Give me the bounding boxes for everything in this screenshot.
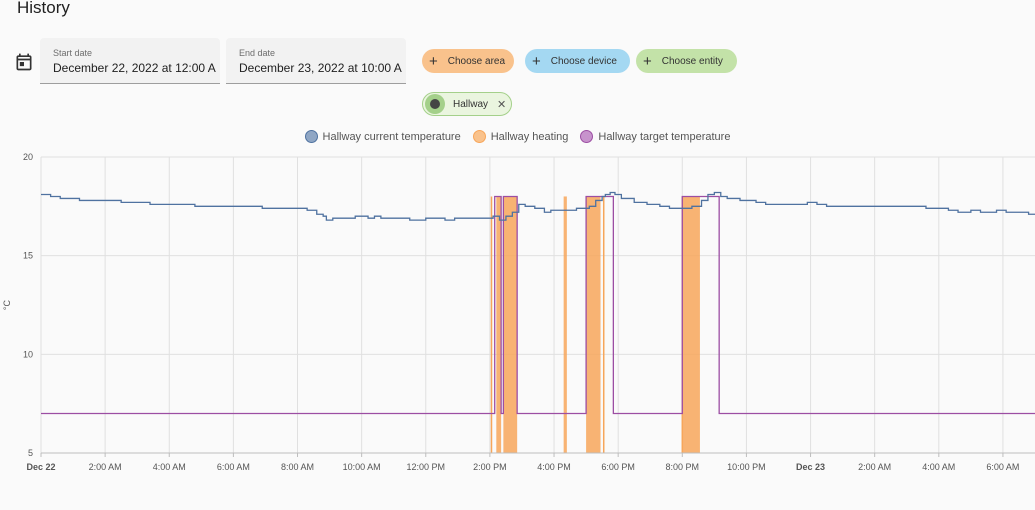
choose-entity-label: Choose entity [661, 55, 723, 67]
area-icon [425, 94, 445, 114]
heating-bar [682, 196, 700, 453]
legend-label: Hallway heating [490, 130, 569, 143]
x-tick-label: 10:00 AM [343, 462, 381, 472]
y-tick-label: 10 [23, 349, 33, 359]
x-tick-label: 12:00 PM [407, 462, 446, 472]
end-date-value[interactable]: December 23, 2022 at 10:00 A [239, 61, 402, 75]
choose-device-label: Choose device [550, 55, 617, 67]
legend-swatch-icon [304, 130, 318, 143]
end-date-label: End date [239, 48, 276, 58]
target-temperature-line [41, 195, 1035, 415]
legend-item-heating[interactable]: Hallway heating [472, 130, 569, 143]
current-temperature-line [41, 191, 1035, 221]
legend-item-current-temperature[interactable]: Hallway current temperature [304, 130, 461, 143]
start-date-label: Start date [53, 48, 93, 58]
y-tick-label: 20 [23, 152, 33, 162]
start-date-field[interactable]: Start date December 22, 2022 at 12:00 A [40, 38, 220, 84]
chart-legend: Hallway current temperature Hallway heat… [0, 130, 1035, 143]
choose-area-button[interactable]: + Choose area [422, 49, 514, 73]
selected-area-label: Hallway [453, 98, 489, 110]
x-tick-label: Dec 23 [796, 462, 825, 472]
heating-bar [496, 196, 502, 453]
end-date-field[interactable]: End date December 23, 2022 at 10:00 A [226, 38, 406, 84]
chart-grid [40, 156, 1035, 454]
x-tick-label: 4:00 PM [537, 462, 571, 472]
x-tick-label: 6:00 AM [217, 462, 250, 472]
y-tick-label: 15 [23, 251, 33, 261]
y-axis-label: °C [2, 299, 12, 310]
choose-entity-button[interactable]: + Choose entity [636, 49, 737, 73]
x-tick-label: 8:00 PM [666, 462, 700, 472]
line-series [41, 191, 1035, 415]
x-tick-label: 2:00 AM [89, 462, 122, 472]
chart-axes: 5 10 15 20 Dec 22 2:00 AM 4:00 AM 6:00 AM 8:00 A… [2, 152, 1035, 472]
remove-chip-icon[interactable]: ✕ [497, 98, 506, 111]
heating-bar [586, 196, 601, 453]
x-tick-label: 2:00 PM [473, 462, 507, 472]
legend-swatch-icon [472, 130, 486, 143]
plus-icon: + [429, 52, 438, 70]
y-tick-label: 5 [28, 448, 33, 458]
start-date-value[interactable]: December 22, 2022 at 12:00 A [53, 61, 216, 75]
heating-bar [503, 196, 518, 453]
heating-bar [563, 196, 567, 453]
x-tick-label: Dec 22 [26, 462, 55, 472]
legend-label: Hallway current temperature [322, 130, 461, 143]
x-tick-label: 6:00 AM [986, 462, 1019, 472]
plus-icon: + [532, 52, 541, 70]
legend-label: Hallway target temperature [598, 130, 731, 143]
history-chart[interactable]: 5 10 15 20 Dec 22 2:00 AM 4:00 AM 6:00 AM 8:00 A… [0, 148, 1035, 478]
x-tick-label: 6:00 PM [601, 462, 635, 472]
plus-icon: + [643, 52, 652, 70]
x-tick-label: 2:00 AM [858, 462, 891, 472]
choose-device-button[interactable]: + Choose device [525, 49, 630, 73]
selected-area-chip-hallway[interactable]: Hallway ✕ [422, 92, 512, 116]
legend-swatch-icon [580, 130, 594, 143]
x-tick-label: 4:00 AM [153, 462, 186, 472]
x-tick-label: 4:00 AM [922, 462, 955, 472]
calendar-icon[interactable] [14, 52, 34, 72]
x-tick-label: 10:00 PM [727, 462, 766, 472]
legend-item-target-temperature[interactable]: Hallway target temperature [580, 130, 730, 143]
choose-area-label: Choose area [447, 55, 506, 67]
page-title: History [17, 0, 70, 17]
x-tick-label: 8:00 AM [281, 462, 314, 472]
heating-series [490, 196, 700, 453]
